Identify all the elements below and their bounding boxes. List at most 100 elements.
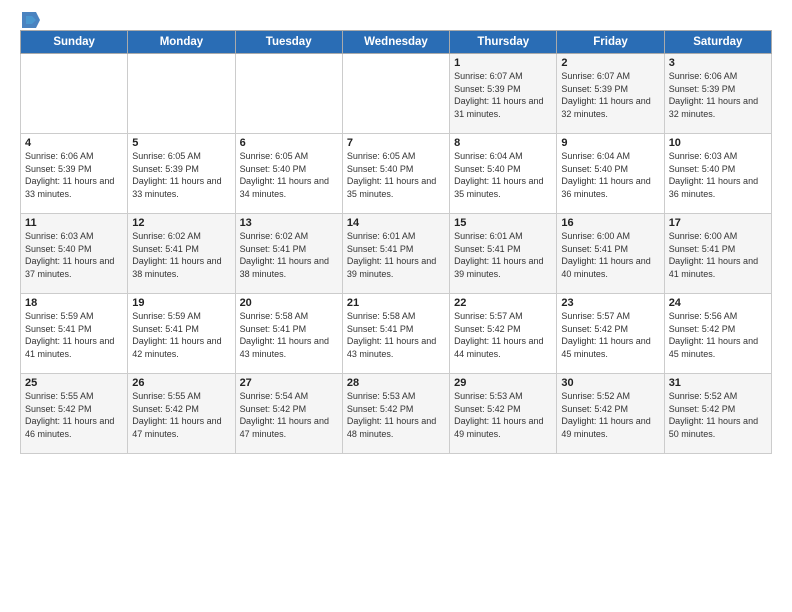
calendar-day-cell: 24Sunrise: 5:56 AMSunset: 5:42 PMDayligh… — [664, 294, 771, 374]
day-number: 10 — [669, 137, 767, 149]
day-number: 11 — [25, 217, 123, 229]
calendar-day-cell: 8Sunrise: 6:04 AMSunset: 5:40 PMDaylight… — [450, 134, 557, 214]
day-info: Sunrise: 5:58 AMSunset: 5:41 PMDaylight:… — [347, 310, 445, 360]
day-number: 24 — [669, 297, 767, 309]
day-number: 16 — [561, 217, 659, 229]
calendar-week-row: 18 Sunrise: 5:59 AMSunset: 5:41 PMDayligh… — [21, 294, 772, 374]
calendar-day-cell: 31Sunrise: 5:52 AMSunset: 5:42 PMDayligh… — [664, 374, 771, 454]
calendar-day-cell: 3Sunrise: 6:06 AMSunset: 5:39 PMDaylight… — [664, 54, 771, 134]
calendar-day-cell: 18Sunrise: 5:59 AMSunset: 5:41 PMDayligh… — [21, 294, 128, 374]
day-info: Sunrise: 6:01 AMSunset: 5:41 PMDaylight:… — [454, 230, 552, 280]
day-info: Sunrise: 5:52 AMSunset: 5:42 PMDaylight:… — [561, 390, 659, 440]
day-info: Sunrise: 6:01 AMSunset: 5:41 PMDaylight:… — [347, 230, 445, 280]
day-number: 27 — [240, 377, 338, 389]
calendar-table: SundayMondayTuesdayWednesdayThursdayFrid… — [20, 30, 772, 454]
calendar-day-cell: 14Sunrise: 6:01 AMSunset: 5:41 PMDayligh… — [342, 214, 449, 294]
day-number: 29 — [454, 377, 552, 389]
header — [20, 16, 772, 20]
day-number: 7 — [347, 137, 445, 149]
day-number: 3 — [669, 57, 767, 69]
day-info: Sunrise: 5:57 AMSunset: 5:42 PMDaylight:… — [561, 310, 659, 360]
weekday-header: Tuesday — [235, 31, 342, 54]
day-info: Sunrise: 6:04 AMSunset: 5:40 PMDaylight:… — [454, 150, 552, 200]
weekday-header: Friday — [557, 31, 664, 54]
calendar-day-cell: 26Sunrise: 5:55 AMSunset: 5:42 PMDayligh… — [128, 374, 235, 454]
day-info: Sunrise: 6:05 AMSunset: 5:40 PMDaylight:… — [347, 150, 445, 200]
day-info: Sunrise: 5:52 AMSunset: 5:42 PMDaylight:… — [669, 390, 767, 440]
calendar-week-row: 4Sunrise: 6:06 AMSunset: 5:39 PMDaylight… — [21, 134, 772, 214]
day-info: Sunrise: 6:05 AMSunset: 5:40 PMDaylight:… — [240, 150, 338, 200]
day-info: Sunrise: 6:00 AMSunset: 5:41 PMDaylight:… — [669, 230, 767, 280]
day-number: 9 — [561, 137, 659, 149]
day-number: 13 — [240, 217, 338, 229]
calendar-day-cell: 1Sunrise: 6:07 AMSunset: 5:39 PMDaylight… — [450, 54, 557, 134]
calendar-week-row: 11Sunrise: 6:03 AMSunset: 5:40 PMDayligh… — [21, 214, 772, 294]
calendar-day-cell: 2Sunrise: 6:07 AMSunset: 5:39 PMDaylight… — [557, 54, 664, 134]
day-info: Sunrise: 6:04 AMSunset: 5:40 PMDaylight:… — [561, 150, 659, 200]
calendar-day-cell: 9Sunrise: 6:04 AMSunset: 5:40 PMDaylight… — [557, 134, 664, 214]
day-number: 21 — [347, 297, 445, 309]
day-info: Sunrise: 6:07 AMSunset: 5:39 PMDaylight:… — [561, 70, 659, 120]
calendar-day-cell — [342, 54, 449, 134]
day-number: 15 — [454, 217, 552, 229]
day-number: 17 — [669, 217, 767, 229]
day-number: 2 — [561, 57, 659, 69]
calendar-day-cell: 10Sunrise: 6:03 AMSunset: 5:40 PMDayligh… — [664, 134, 771, 214]
day-info: Sunrise: 6:03 AMSunset: 5:40 PMDaylight:… — [25, 230, 123, 280]
weekday-header: Wednesday — [342, 31, 449, 54]
weekday-header: Thursday — [450, 31, 557, 54]
day-number: 6 — [240, 137, 338, 149]
calendar-day-cell: 7Sunrise: 6:05 AMSunset: 5:40 PMDaylight… — [342, 134, 449, 214]
calendar-day-cell: 6Sunrise: 6:05 AMSunset: 5:40 PMDaylight… — [235, 134, 342, 214]
weekday-header-row: SundayMondayTuesdayWednesdayThursdayFrid… — [21, 31, 772, 54]
day-info: Sunrise: 5:53 AMSunset: 5:42 PMDaylight:… — [347, 390, 445, 440]
calendar-day-cell: 11Sunrise: 6:03 AMSunset: 5:40 PMDayligh… — [21, 214, 128, 294]
calendar-day-cell: 5Sunrise: 6:05 AMSunset: 5:39 PMDaylight… — [128, 134, 235, 214]
day-info: Sunrise: 6:05 AMSunset: 5:39 PMDaylight:… — [132, 150, 230, 200]
calendar-day-cell: 20Sunrise: 5:58 AMSunset: 5:41 PMDayligh… — [235, 294, 342, 374]
day-number: 12 — [132, 217, 230, 229]
day-info: Sunrise: 5:57 AMSunset: 5:42 PMDaylight:… — [454, 310, 552, 360]
day-number: 30 — [561, 377, 659, 389]
day-number: 20 — [240, 297, 338, 309]
day-info: Sunrise: 5:55 AMSunset: 5:42 PMDaylight:… — [132, 390, 230, 440]
calendar-day-cell: 22Sunrise: 5:57 AMSunset: 5:42 PMDayligh… — [450, 294, 557, 374]
calendar-day-cell: 27Sunrise: 5:54 AMSunset: 5:42 PMDayligh… — [235, 374, 342, 454]
day-number: 4 — [25, 137, 123, 149]
calendar-week-row: 1Sunrise: 6:07 AMSunset: 5:39 PMDaylight… — [21, 54, 772, 134]
day-number: 14 — [347, 217, 445, 229]
calendar-day-cell: 19Sunrise: 5:59 AMSunset: 5:41 PMDayligh… — [128, 294, 235, 374]
calendar-day-cell — [128, 54, 235, 134]
page: SundayMondayTuesdayWednesdayThursdayFrid… — [0, 0, 792, 612]
calendar-week-row: 25 Sunrise: 5:55 AMSunset: 5:42 PMDayligh… — [21, 374, 772, 454]
day-info: Sunrise: 6:00 AMSunset: 5:41 PMDaylight:… — [561, 230, 659, 280]
calendar-day-cell: 16Sunrise: 6:00 AMSunset: 5:41 PMDayligh… — [557, 214, 664, 294]
calendar-day-cell: 13Sunrise: 6:02 AMSunset: 5:41 PMDayligh… — [235, 214, 342, 294]
day-info: Sunrise: 6:07 AMSunset: 5:39 PMDaylight:… — [454, 70, 552, 120]
logo-icon — [22, 12, 40, 34]
calendar-day-cell: 12Sunrise: 6:02 AMSunset: 5:41 PMDayligh… — [128, 214, 235, 294]
day-number: 19 — [132, 297, 230, 309]
calendar-day-cell: 29Sunrise: 5:53 AMSunset: 5:42 PMDayligh… — [450, 374, 557, 454]
day-number: 5 — [132, 137, 230, 149]
day-info: Sunrise: 5:58 AMSunset: 5:41 PMDaylight:… — [240, 310, 338, 360]
day-number: 25 — [25, 377, 123, 389]
calendar-day-cell: 15Sunrise: 6:01 AMSunset: 5:41 PMDayligh… — [450, 214, 557, 294]
calendar-day-cell: 4Sunrise: 6:06 AMSunset: 5:39 PMDaylight… — [21, 134, 128, 214]
day-number: 22 — [454, 297, 552, 309]
day-number: 18 — [25, 297, 123, 309]
day-info: Sunrise: 6:03 AMSunset: 5:40 PMDaylight:… — [669, 150, 767, 200]
day-number: 26 — [132, 377, 230, 389]
weekday-header: Monday — [128, 31, 235, 54]
day-info: Sunrise: 5:54 AMSunset: 5:42 PMDaylight:… — [240, 390, 338, 440]
day-info: Sunrise: 6:02 AMSunset: 5:41 PMDaylight:… — [240, 230, 338, 280]
day-number: 1 — [454, 57, 552, 69]
day-number: 31 — [669, 377, 767, 389]
day-info: Sunrise: 6:06 AMSunset: 5:39 PMDaylight:… — [669, 70, 767, 120]
day-number: 23 — [561, 297, 659, 309]
day-number: 8 — [454, 137, 552, 149]
calendar-day-cell — [235, 54, 342, 134]
calendar-day-cell: 17Sunrise: 6:00 AMSunset: 5:41 PMDayligh… — [664, 214, 771, 294]
day-info: Sunrise: 5:59 AMSunset: 5:41 PMDaylight:… — [132, 310, 230, 360]
calendar-day-cell: 28Sunrise: 5:53 AMSunset: 5:42 PMDayligh… — [342, 374, 449, 454]
